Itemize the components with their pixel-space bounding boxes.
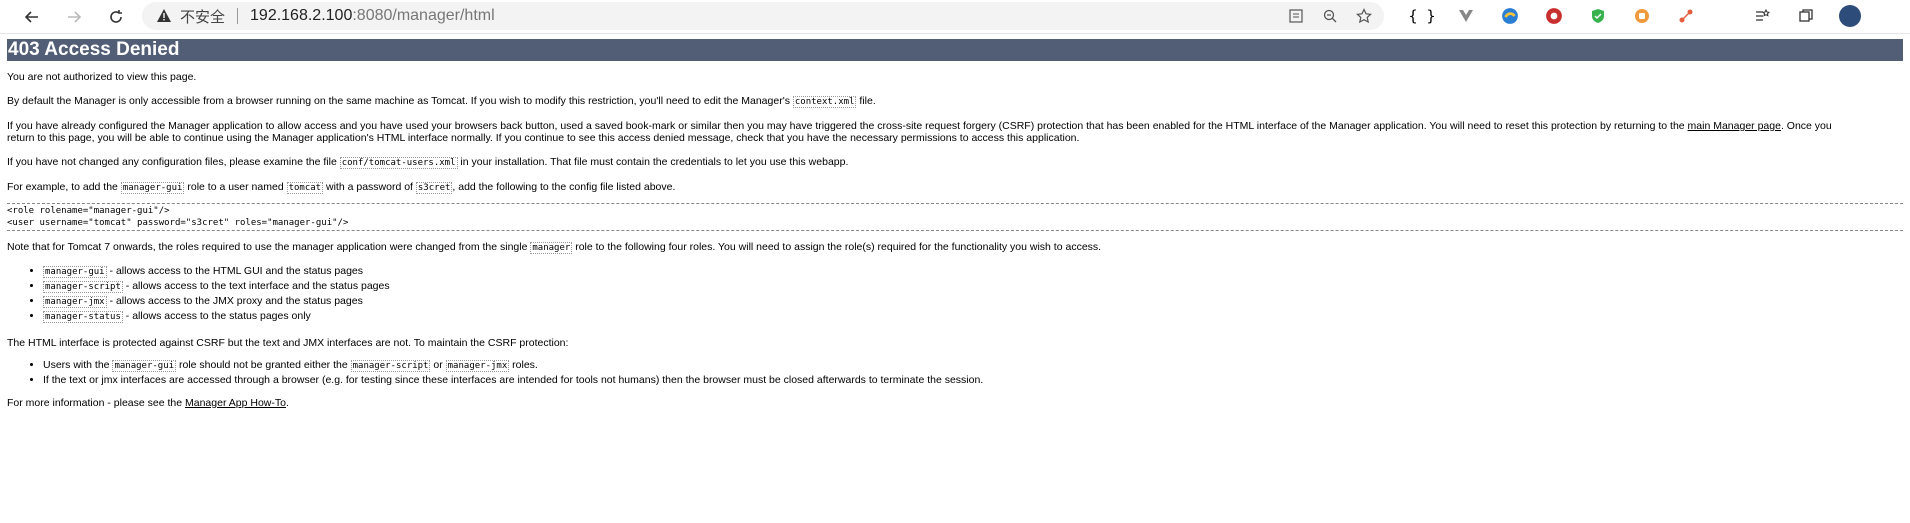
not-authorized-text: You are not authorized to view this page… bbox=[7, 71, 197, 83]
list-item: If the text or jmx interfaces are access… bbox=[43, 373, 1910, 387]
csrf-rules-list: Users with the manager-gui role should n… bbox=[0, 358, 1910, 387]
collections-icon[interactable] bbox=[1792, 2, 1820, 30]
csrf-rule-text-4: roles. bbox=[509, 359, 538, 371]
profile-avatar[interactable] bbox=[1836, 2, 1864, 30]
role-code: manager-gui bbox=[43, 266, 107, 278]
csrf-rule-browser-text: If the text or jmx interfaces are access… bbox=[43, 374, 984, 386]
forward-button[interactable] bbox=[60, 3, 88, 31]
role-description: - allows access to the text interface an… bbox=[122, 280, 390, 292]
tomcat-code: tomcat bbox=[286, 182, 324, 194]
code-line-role: <role rolename="manager-gui"/> bbox=[7, 206, 170, 216]
page-body: 403 Access Denied You are not authorized… bbox=[0, 39, 1910, 409]
red-badge-extension-icon[interactable] bbox=[1540, 2, 1568, 30]
url-host: 192.168.2.100 bbox=[250, 7, 353, 24]
forward-arrow-icon bbox=[68, 10, 82, 23]
csrf-rule-text: Users with the bbox=[43, 359, 113, 371]
manager-gui-code: manager-gui bbox=[120, 182, 185, 194]
default-access-text: By default the Manager is only accessibl… bbox=[7, 95, 793, 107]
warning-triangle-icon bbox=[156, 8, 172, 24]
address-bar[interactable]: 不安全 192.168.2.100:8080/manager/html bbox=[142, 2, 1384, 30]
extensions-bar: { } bbox=[1400, 2, 1708, 30]
favorites-list-icon[interactable] bbox=[1748, 2, 1776, 30]
avatar bbox=[1839, 5, 1861, 27]
network-extension-icon[interactable] bbox=[1672, 2, 1700, 30]
more-info-text: For more information - please see the bbox=[7, 397, 185, 409]
url-path: :8080/manager/html bbox=[352, 7, 495, 24]
list-item: Users with the manager-gui role should n… bbox=[43, 358, 1910, 373]
role-code: manager-script bbox=[43, 281, 123, 293]
example-text-2: role to a user named bbox=[184, 181, 287, 193]
back-button[interactable] bbox=[18, 3, 46, 31]
config-code-block: <role rolename="manager-gui"/> <user use… bbox=[7, 203, 1903, 231]
more-info-paragraph: For more information - please see the Ma… bbox=[7, 397, 1910, 409]
roles-list: manager-gui - allows access to the HTML … bbox=[0, 264, 1910, 324]
example-text-4: , add the following to the config file l… bbox=[452, 181, 676, 193]
manager-code: manager bbox=[530, 242, 573, 254]
list-item: manager-jmx - allows access to the JMX p… bbox=[43, 294, 1910, 309]
config-files-paragraph: If you have not changed any configuratio… bbox=[7, 156, 1910, 169]
refresh-icon bbox=[110, 9, 122, 23]
zoom-icon[interactable] bbox=[1320, 6, 1340, 26]
default-access-paragraph: By default the Manager is only accessibl… bbox=[7, 95, 1910, 108]
code-line-user: <user username="tomcat" password="s3cret… bbox=[7, 218, 349, 228]
list-item: manager-status - allows access to the st… bbox=[43, 309, 1910, 324]
manager-jmx-code: manager-jmx bbox=[445, 360, 510, 372]
shield-extension-icon[interactable] bbox=[1584, 2, 1612, 30]
role-description: - allows access to the HTML GUI and the … bbox=[106, 265, 364, 277]
csrf-rule-text-3: or bbox=[430, 359, 446, 371]
csrf-explanation-mid: . Once you bbox=[1780, 120, 1832, 132]
list-item: manager-script - allows access to the te… bbox=[43, 279, 1910, 294]
csrf-explanation-text: If you have already configured the Manag… bbox=[7, 120, 1688, 132]
example-text: For example, to add the bbox=[7, 181, 121, 193]
role-code: manager-status bbox=[43, 311, 123, 323]
address-divider bbox=[237, 8, 239, 24]
default-access-end: file. bbox=[856, 95, 876, 107]
role-description: - allows access to the status pages only bbox=[122, 310, 311, 322]
manager-script-code: manager-script bbox=[350, 360, 431, 372]
reader-mode-icon[interactable] bbox=[1286, 6, 1306, 26]
vue-extension-icon[interactable] bbox=[1452, 2, 1480, 30]
csrf-explanation-cont: return to this page, you will be able to… bbox=[7, 132, 1080, 144]
json-extension-icon[interactable]: { } bbox=[1408, 2, 1436, 30]
main-manager-page-link[interactable]: main Manager page bbox=[1688, 120, 1781, 132]
manager-howto-link[interactable]: Manager App How-To bbox=[185, 397, 286, 409]
role-description: - allows access to the JMX proxy and the… bbox=[106, 295, 363, 307]
csrf-rule-text-2: role should not be granted either the bbox=[176, 359, 351, 371]
config-files-end: in your installation. That file must con… bbox=[457, 156, 849, 168]
tomcat-users-code: conf/tomcat-users.xml bbox=[339, 157, 458, 169]
role-code: manager-jmx bbox=[43, 296, 107, 308]
page-title: 403 Access Denied bbox=[7, 39, 1903, 61]
roles-note-text: Note that for Tomcat 7 onwards, the role… bbox=[7, 241, 531, 253]
csrf-explanation-paragraph: If you have already configured the Manag… bbox=[7, 120, 1910, 144]
more-info-end: . bbox=[285, 397, 289, 409]
roles-note-end: role to the following four roles. You wi… bbox=[572, 241, 1102, 253]
example-text-3: with a password of bbox=[323, 181, 416, 193]
manager-gui-code: manager-gui bbox=[112, 360, 177, 372]
orange-extension-icon[interactable] bbox=[1628, 2, 1656, 30]
list-item: manager-gui - allows access to the HTML … bbox=[43, 264, 1910, 279]
csrf-protection-text: The HTML interface is protected against … bbox=[7, 337, 569, 349]
s3cret-code: s3cret bbox=[415, 182, 453, 194]
browser-actions bbox=[1740, 2, 1872, 30]
example-paragraph: For example, to add the manager-gui role… bbox=[7, 181, 1910, 194]
back-arrow-icon bbox=[24, 10, 38, 23]
favorite-star-icon[interactable] bbox=[1354, 6, 1374, 26]
browser-toolbar: 不安全 192.168.2.100:8080/manager/html { } bbox=[0, 0, 1910, 34]
insecure-label[interactable]: 不安全 bbox=[180, 6, 225, 27]
context-xml-code: context.xml bbox=[792, 96, 857, 108]
config-files-text: If you have not changed any configuratio… bbox=[7, 156, 340, 168]
bird-extension-icon[interactable] bbox=[1496, 2, 1524, 30]
roles-note-paragraph: Note that for Tomcat 7 onwards, the role… bbox=[7, 241, 1910, 254]
refresh-button[interactable] bbox=[102, 3, 130, 31]
